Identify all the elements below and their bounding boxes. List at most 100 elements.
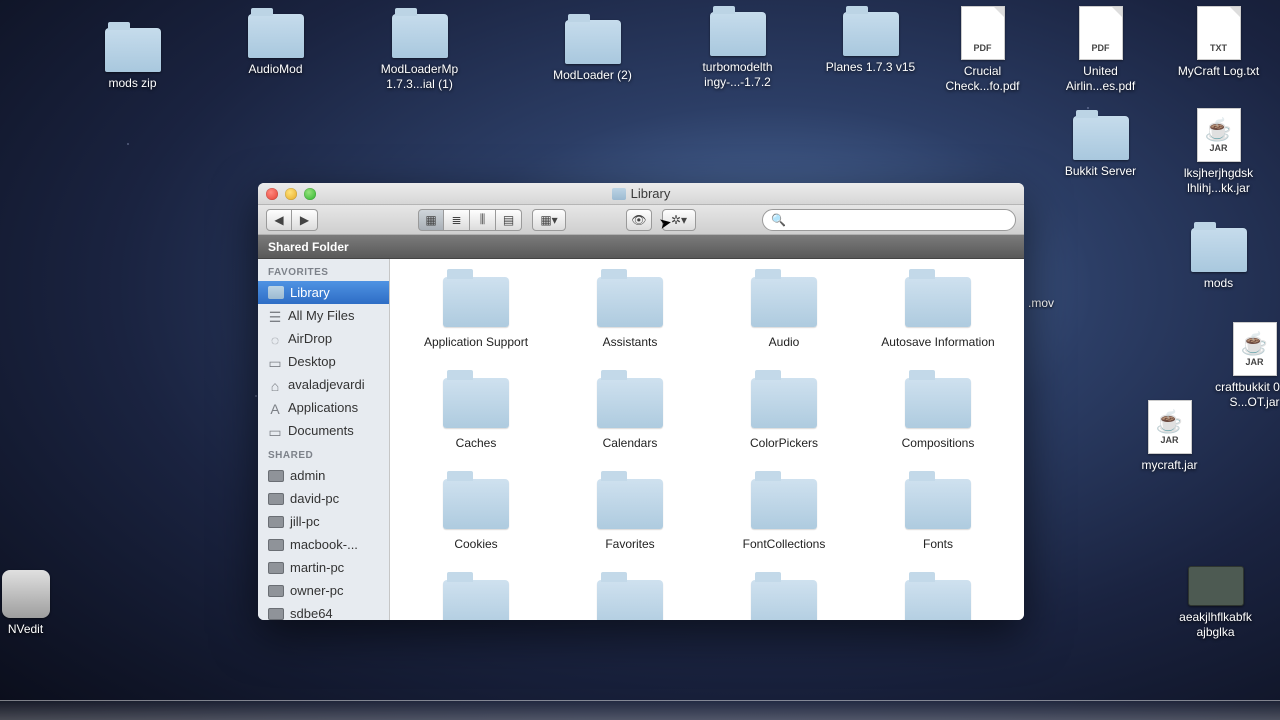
desktop-item-8[interactable]: TXT MyCraft Log.txt bbox=[1171, 6, 1266, 79]
folder-calendars[interactable]: Calendars bbox=[558, 378, 702, 451]
desktop-item-label: Planes 1.7.3 v15 bbox=[826, 60, 915, 75]
desktop-item-10[interactable]: ☕JARlksjherjhgdsk lhlihj...kk.jar bbox=[1171, 108, 1266, 196]
folder-fonts[interactable]: Fonts bbox=[866, 479, 1010, 552]
desktop-item-3[interactable]: ModLoader (2) bbox=[545, 20, 640, 83]
nav-segment: ◀ ▶ bbox=[266, 209, 318, 231]
desktop-item-6[interactable]: PDFCrucial Check...fo.pdf bbox=[935, 6, 1030, 94]
folder-placeholder[interactable] bbox=[558, 580, 702, 620]
coverflow-view-button[interactable]: ▤ bbox=[496, 209, 522, 231]
finder-window: Library ◀ ▶ ▦ ≣ ⫼ ▤ ▦▾ 👁 ✲▾ 🔍 Shared Fol… bbox=[258, 183, 1024, 620]
sidebar-glyph-icon: ⌂ bbox=[268, 378, 282, 392]
close-button[interactable] bbox=[266, 188, 278, 200]
sidebar-item-label: owner-pc bbox=[290, 583, 343, 598]
desktop-item-9[interactable]: Bukkit Server bbox=[1053, 116, 1148, 179]
list-view-button[interactable]: ≣ bbox=[444, 209, 470, 231]
sidebar-item-sdbe64[interactable]: sdbe64 bbox=[258, 602, 389, 620]
path-bar: Shared Folder bbox=[258, 235, 1024, 259]
desktop-item-11[interactable]: mods bbox=[1171, 228, 1266, 291]
desktop-item-label: ModLoaderMp 1.7.3...ial (1) bbox=[372, 62, 467, 92]
desktop-item-2[interactable]: ModLoaderMp 1.7.3...ial (1) bbox=[372, 14, 467, 92]
folder-compositions[interactable]: Compositions bbox=[866, 378, 1010, 451]
sidebar-item-library[interactable]: Library bbox=[258, 281, 389, 304]
search-field[interactable]: 🔍 bbox=[762, 209, 1016, 231]
desktop-item-5[interactable]: Planes 1.7.3 v15 bbox=[823, 12, 918, 75]
desktop-item-15[interactable]: NVedit bbox=[0, 570, 73, 637]
sidebar-item-owner-pc[interactable]: owner-pc bbox=[258, 579, 389, 602]
folder-assistants[interactable]: Assistants bbox=[558, 277, 702, 350]
folder-fontcollections[interactable]: FontCollections bbox=[712, 479, 856, 552]
sidebar-item-applications[interactable]: AApplications bbox=[258, 396, 389, 419]
sidebar-item-all-my-files[interactable]: ☰All My Files bbox=[258, 304, 389, 327]
folder-label: Calendars bbox=[603, 436, 658, 451]
sidebar-item-documents[interactable]: ▭Documents bbox=[258, 419, 389, 442]
jar-icon: ☕JAR bbox=[1233, 322, 1277, 376]
desktop-item-1[interactable]: AudioMod bbox=[228, 14, 323, 77]
titlebar[interactable]: Library bbox=[258, 183, 1024, 205]
folder-cookies[interactable]: Cookies bbox=[404, 479, 548, 552]
folder-label: Assistants bbox=[603, 335, 658, 350]
sidebar-item-avaladjevardi[interactable]: ⌂avaladjevardi bbox=[258, 373, 389, 396]
search-icon: 🔍 bbox=[771, 213, 786, 227]
folder-label: Cookies bbox=[454, 537, 497, 552]
desktop-item-0[interactable]: mods zip bbox=[85, 28, 180, 91]
title-folder-icon bbox=[612, 188, 626, 200]
folder-icon bbox=[597, 378, 663, 428]
sidebar-item-desktop[interactable]: ▭Desktop bbox=[258, 350, 389, 373]
toolbar: ◀ ▶ ▦ ≣ ⫼ ▤ ▦▾ 👁 ✲▾ 🔍 bbox=[258, 205, 1024, 235]
back-button[interactable]: ◀ bbox=[266, 209, 292, 231]
search-input[interactable] bbox=[792, 213, 1007, 227]
folder-label: Caches bbox=[456, 436, 497, 451]
folder-colorpickers[interactable]: ColorPickers bbox=[712, 378, 856, 451]
desktop-item-4[interactable]: turbomodelth ingy-...-1.7.2 bbox=[690, 12, 785, 90]
column-view-button[interactable]: ⫼ bbox=[470, 209, 496, 231]
arrange-button[interactable]: ▦▾ bbox=[532, 209, 566, 231]
sidebar-item-label: Applications bbox=[288, 400, 358, 415]
jar-icon: ☕JAR bbox=[1148, 400, 1192, 454]
desktop-item-7[interactable]: PDFUnited Airlin...es.pdf bbox=[1053, 6, 1148, 94]
quicklook-button[interactable]: 👁 bbox=[626, 209, 652, 231]
forward-button[interactable]: ▶ bbox=[292, 209, 318, 231]
icon-view-button[interactable]: ▦ bbox=[418, 209, 444, 231]
folder-icon bbox=[710, 12, 766, 56]
sidebar-item-macbook-[interactable]: macbook-... bbox=[258, 533, 389, 556]
folder-grid: Application Support Assistants AudioAutosa… bbox=[404, 277, 1010, 620]
folder-placeholder[interactable] bbox=[866, 580, 1010, 620]
folder-favorites[interactable]: Favorites bbox=[558, 479, 702, 552]
sidebar-item-david-pc[interactable]: david-pc bbox=[258, 487, 389, 510]
dock[interactable] bbox=[0, 700, 1280, 720]
document-icon: TXT bbox=[1197, 6, 1241, 60]
desktop-item-label: Crucial Check...fo.pdf bbox=[935, 64, 1030, 94]
folder-icon bbox=[1073, 116, 1129, 160]
zoom-button[interactable] bbox=[304, 188, 316, 200]
sidebar-item-label: Library bbox=[290, 285, 330, 300]
folder-caches[interactable]: Caches bbox=[404, 378, 548, 451]
sidebar-item-martin-pc[interactable]: martin-pc bbox=[258, 556, 389, 579]
desktop-item-label: MyCraft Log.txt bbox=[1178, 64, 1259, 79]
sidebar-item-label: AirDrop bbox=[288, 331, 332, 346]
folder-placeholder[interactable] bbox=[404, 580, 548, 620]
desktop-item-12[interactable]: ☕JARcraftbukkit 0.1-S...OT.jar bbox=[1207, 322, 1280, 410]
sidebar-item-admin[interactable]: admin bbox=[258, 464, 389, 487]
desktop-item-14[interactable]: aeakjlhflkabfk ajbglka bbox=[1168, 566, 1263, 640]
computer-icon bbox=[268, 539, 284, 551]
folder-icon bbox=[565, 20, 621, 64]
folder-autosave-information[interactable]: Autosave Information bbox=[866, 277, 1010, 350]
sidebar-item-airdrop[interactable]: ◌AirDrop bbox=[258, 327, 389, 350]
folder-label: Favorites bbox=[605, 537, 654, 552]
action-button[interactable]: ✲▾ bbox=[662, 209, 696, 231]
folder-label: Fonts bbox=[923, 537, 953, 552]
desktop-item-label: turbomodelth ingy-...-1.7.2 bbox=[690, 60, 785, 90]
desktop-item-13[interactable]: ☕JARmycraft.jar bbox=[1122, 400, 1217, 473]
minimize-button[interactable] bbox=[285, 188, 297, 200]
jar-icon: ☕JAR bbox=[1197, 108, 1241, 162]
folder-label: Compositions bbox=[902, 436, 975, 451]
content-area[interactable]: Application Support Assistants AudioAutosa… bbox=[390, 259, 1024, 620]
folder-placeholder[interactable] bbox=[712, 580, 856, 620]
sidebar-item-jill-pc[interactable]: jill-pc bbox=[258, 510, 389, 533]
desktop-item-label: mods zip bbox=[108, 76, 156, 91]
folder-icon bbox=[248, 14, 304, 58]
folder-icon bbox=[751, 277, 817, 327]
folder-icon bbox=[105, 28, 161, 72]
folder-audio[interactable]: Audio bbox=[712, 277, 856, 350]
folder-application-support[interactable]: Application Support bbox=[404, 277, 548, 350]
